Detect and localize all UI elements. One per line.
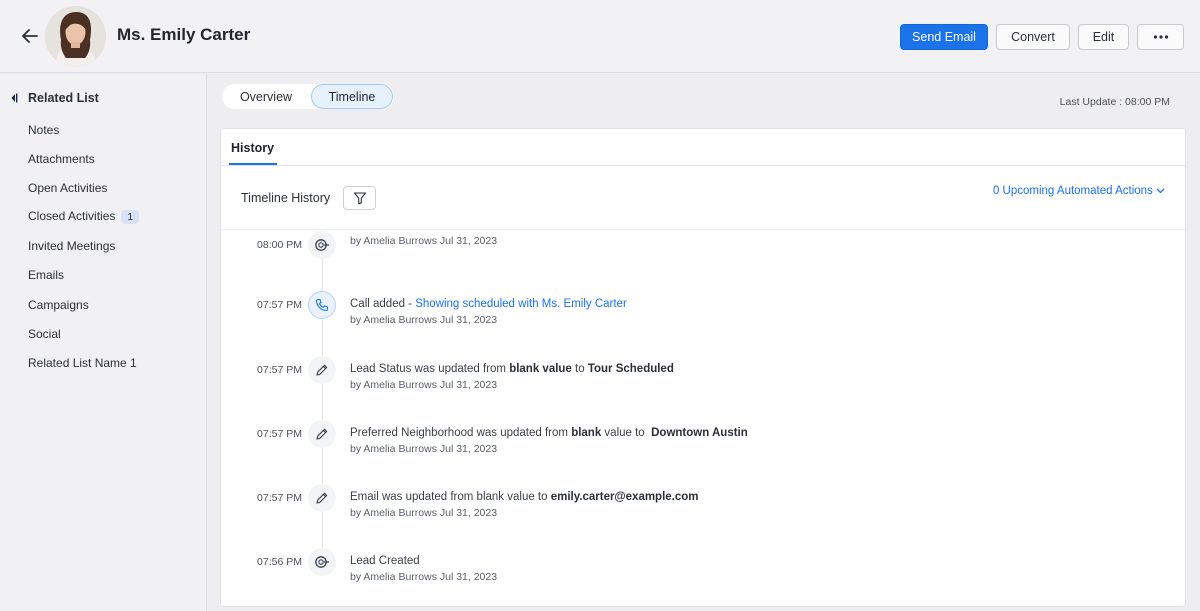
lead-icon — [308, 231, 336, 259]
timeline-entry: 07:57 PM Lead Status was updated from bl… — [221, 356, 1185, 400]
related-list-title: Related List — [28, 91, 99, 105]
more-options-button[interactable] — [1137, 24, 1184, 50]
tab-timeline[interactable]: Timeline — [311, 84, 393, 109]
chevron-down-icon — [1156, 188, 1165, 194]
entry-text-prefix: Preferred Neighborhood was updated from — [350, 427, 572, 439]
upcoming-label: 0 Upcoming Automated Actions — [992, 185, 1153, 197]
related-list-sidebar: Related List Notes Attachments Open Acti… — [0, 74, 207, 611]
old-value: blank — [571, 427, 602, 439]
pencil-icon — [308, 420, 336, 448]
entry-text: Lead Status was updated from blank value… — [350, 363, 674, 375]
lead-icon — [308, 548, 336, 576]
entry-text-mid: value to — [601, 427, 652, 439]
entry-text-prefix: Lead Status was updated from — [350, 363, 510, 375]
entry-time: 07:57 PM — [257, 299, 302, 311]
sidebar-item-label: Closed Activities — [28, 209, 116, 223]
new-value: emily.carter@example.com — [550, 491, 699, 503]
sidebar-item-closed-activities[interactable]: Closed Activities 1 — [28, 209, 140, 224]
lead-name: Ms. Emily Carter — [117, 25, 251, 44]
more-icon — [1153, 35, 1168, 39]
divider — [221, 229, 1185, 230]
timeline-entry: 08:00 PM by Amelia Burrows Jul 31, 2023 — [221, 231, 1185, 275]
timeline-entry: 07:57 PM Call added - Showing scheduled … — [221, 291, 1185, 335]
collapse-icon[interactable] — [10, 93, 18, 103]
phone-icon — [308, 291, 336, 319]
entry-author: by Amelia Burrows Jul 31, 2023 — [350, 507, 498, 519]
entry-text: Preferred Neighborhood was updated from … — [350, 427, 748, 439]
tab-overview[interactable]: Overview — [222, 84, 310, 109]
timeline-panel: History Timeline History 0 Upcoming Auto… — [220, 128, 1186, 607]
filter-icon — [353, 192, 366, 205]
sidebar-item-attachments[interactable]: Attachments — [28, 152, 95, 166]
sidebar-item-emails[interactable]: Emails — [28, 268, 64, 282]
sidebar-item-invited-meetings[interactable]: Invited Meetings — [28, 239, 115, 253]
entry-time: 08:00 PM — [257, 239, 302, 251]
back-arrow-icon[interactable] — [18, 24, 42, 48]
entry-author: by Amelia Burrows Jul 31, 2023 — [350, 443, 498, 455]
last-update: Last Update : 08:00 PM — [1059, 96, 1170, 108]
entry-time: 07:57 PM — [257, 492, 302, 504]
filter-button[interactable] — [343, 186, 376, 210]
old-value: blank value — [509, 363, 572, 375]
call-link[interactable]: Showing scheduled with Ms. Emily Carter — [415, 298, 627, 310]
record-header: Ms. Emily Carter Send Email Convert Edit — [0, 0, 1200, 73]
entry-text-prefix: Email was updated from blank value to — [350, 491, 551, 503]
pencil-icon — [308, 484, 336, 512]
divider — [221, 165, 1185, 166]
pencil-icon — [308, 356, 336, 384]
edit-button[interactable]: Edit — [1078, 24, 1129, 50]
entry-author: by Amelia Burrows Jul 31, 2023 — [350, 314, 498, 326]
sidebar-item-campaigns[interactable]: Campaigns — [28, 298, 89, 312]
timeline-entry: 07:56 PM Lead Created by Amelia Burrows … — [221, 548, 1185, 592]
view-tabs: Overview Timeline — [222, 84, 394, 109]
entry-text-mid: to — [571, 363, 588, 375]
sidebar-item-related-list-name-1[interactable]: Related List Name 1 — [28, 356, 137, 370]
entry-text: Call added - Showing scheduled with Ms. … — [350, 298, 627, 310]
entry-time: 07:56 PM — [257, 556, 302, 568]
entry-time: 07:57 PM — [257, 428, 302, 440]
count-badge: 1 — [121, 210, 140, 224]
sidebar-item-social[interactable]: Social — [28, 327, 61, 341]
entry-author: by Amelia Burrows Jul 31, 2023 — [350, 379, 498, 391]
convert-button[interactable]: Convert — [996, 24, 1070, 50]
timeline-history-title: Timeline History — [241, 191, 331, 205]
send-email-button[interactable]: Send Email — [900, 24, 988, 50]
new-value: Downtown Austin — [651, 427, 748, 439]
sidebar-item-open-activities[interactable]: Open Activities — [28, 181, 107, 195]
tab-history[interactable]: History — [231, 141, 274, 155]
entry-author: by Amelia Burrows Jul 31, 2023 — [350, 235, 498, 247]
entry-author: by Amelia Burrows Jul 31, 2023 — [350, 571, 498, 583]
entry-text: Email was updated from blank value to em… — [350, 491, 699, 503]
new-value: Tour Scheduled — [587, 363, 674, 375]
timeline-entry: 07:57 PM Email was updated from blank va… — [221, 484, 1185, 528]
timeline-entry: 07:57 PM Preferred Neighborhood was upda… — [221, 420, 1185, 464]
upcoming-automated-actions-link[interactable]: 0 Upcoming Automated Actions — [993, 185, 1165, 197]
avatar — [45, 6, 106, 67]
sidebar-item-notes[interactable]: Notes — [28, 123, 59, 137]
entry-time: 07:57 PM — [257, 364, 302, 376]
entry-text: Lead Created — [350, 555, 420, 567]
entry-text-prefix: Call added - — [350, 298, 416, 310]
